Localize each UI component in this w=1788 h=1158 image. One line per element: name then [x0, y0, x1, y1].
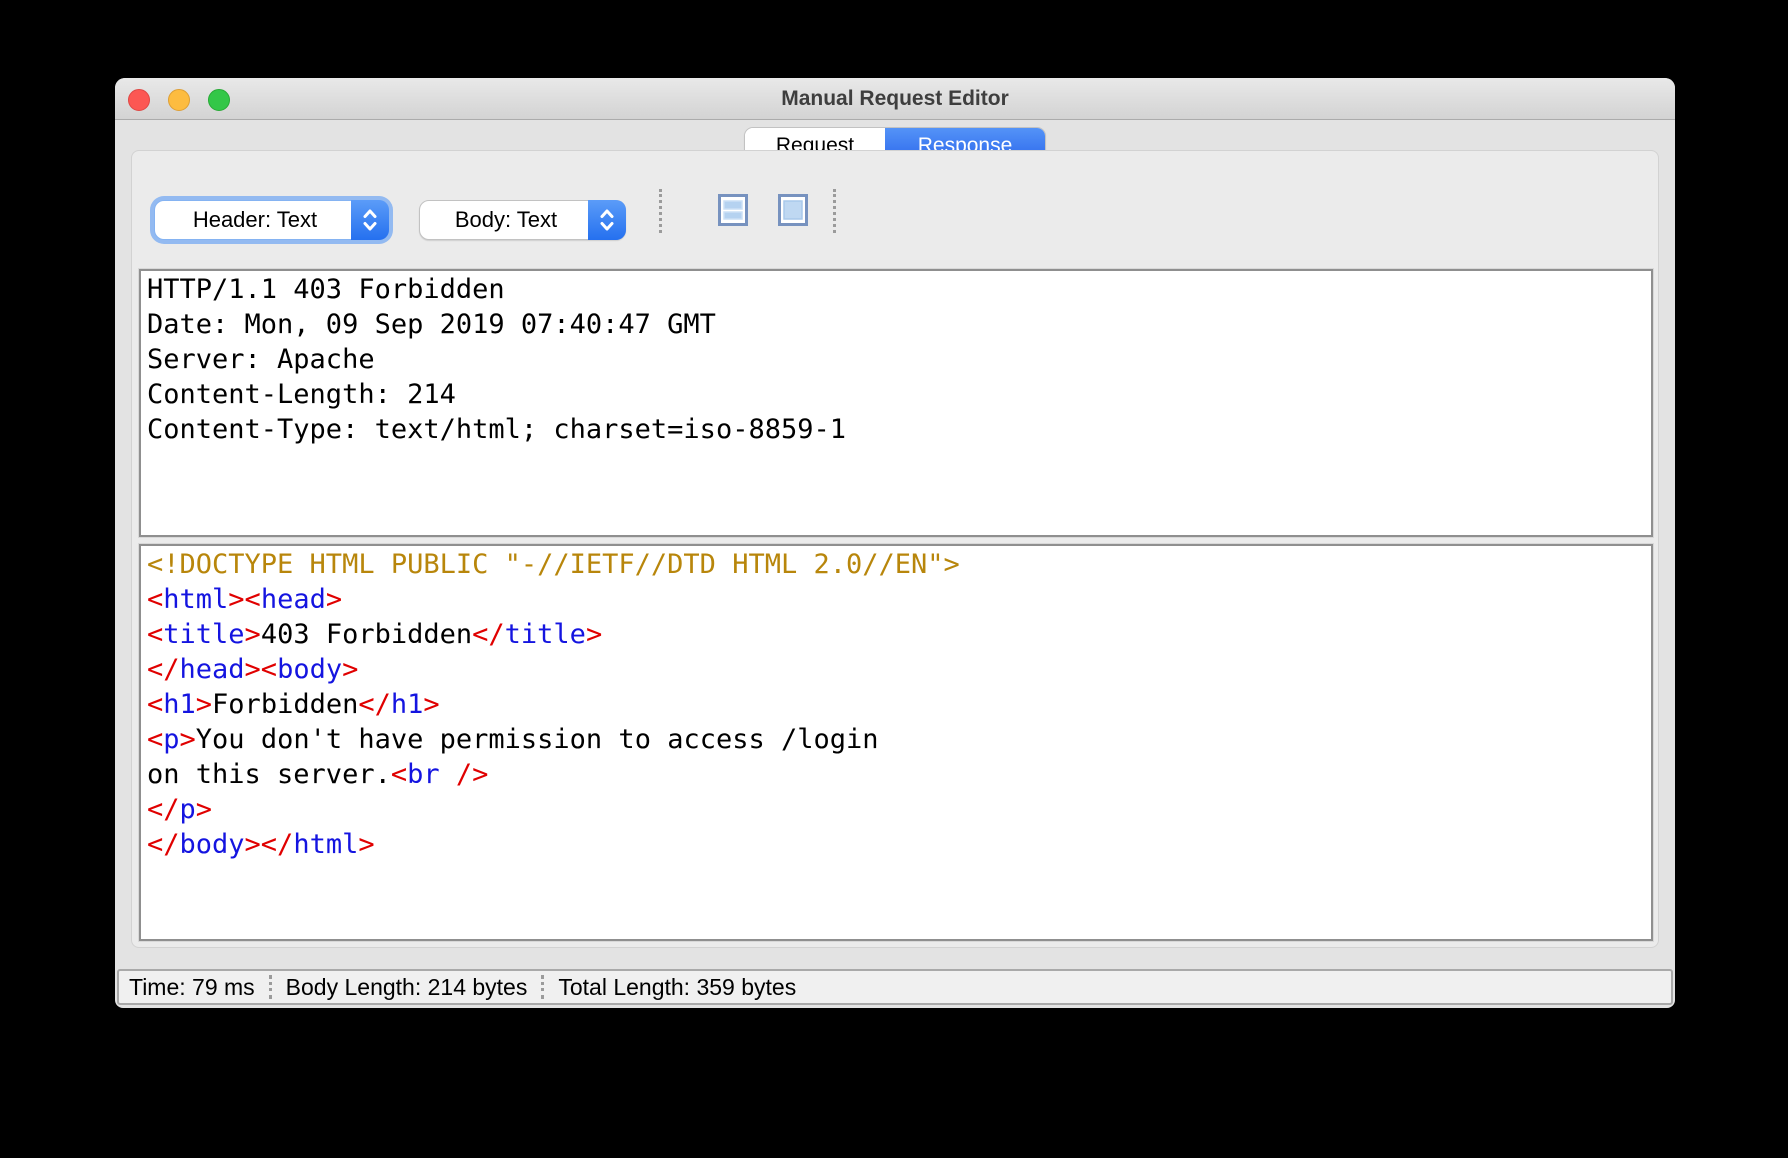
status-bar: Time: 79 ms Body Length: 214 bytes Total L… [117, 969, 1673, 1005]
response-header-line: Content-Length: 214 [147, 377, 1645, 412]
response-body-line: on this server.<br /> [147, 757, 1645, 792]
title-bar[interactable]: Manual Request Editor [115, 78, 1675, 120]
response-body-line: </p> [147, 792, 1645, 827]
response-body-line: <html><head> [147, 582, 1645, 617]
response-body-line: </head><body> [147, 652, 1645, 687]
response-body-line: <p>You don't have permission to access /… [147, 722, 1645, 757]
status-segment: Total Length: 359 bytes [558, 974, 796, 1001]
response-body-line: </body></html> [147, 827, 1645, 862]
response-header-line: Content-Type: text/html; charset=iso-885… [147, 412, 1645, 447]
response-body-line: <title>403 Forbidden</title> [147, 617, 1645, 652]
window-title: Manual Request Editor [115, 78, 1675, 120]
response-header-line: Date: Mon, 09 Sep 2019 07:40:47 GMT [147, 307, 1645, 342]
stepper-chevrons-icon [588, 200, 626, 240]
screen-background: Manual Request Editor Request Response H… [0, 0, 1788, 1158]
stepper-chevrons-icon [351, 200, 389, 240]
response-body-textarea[interactable]: <!DOCTYPE HTML PUBLIC "-//IETF//DTD HTML… [139, 544, 1653, 941]
toolbar-separator [833, 189, 836, 233]
split-panes-icon[interactable] [718, 194, 748, 226]
response-header-textarea[interactable]: HTTP/1.1 403 ForbiddenDate: Mon, 09 Sep … [139, 269, 1653, 537]
response-body-line: <!DOCTYPE HTML PUBLIC "-//IETF//DTD HTML… [147, 547, 1645, 582]
toolbar-separator [659, 189, 662, 233]
status-segment: Body Length: 214 bytes [286, 974, 528, 1001]
manual-request-editor-window: Manual Request Editor Request Response H… [115, 78, 1675, 1008]
response-panel: Header: Text Body: Text [131, 150, 1659, 948]
body-format-select[interactable]: Body: Text [419, 200, 626, 240]
status-separator [541, 975, 544, 999]
body-format-value: Body: Text [420, 207, 588, 233]
status-separator [269, 975, 272, 999]
header-format-select[interactable]: Header: Text [154, 200, 389, 240]
single-pane-icon[interactable] [778, 194, 808, 226]
response-header-line: HTTP/1.1 403 Forbidden [147, 272, 1645, 307]
response-header-line: Server: Apache [147, 342, 1645, 377]
status-segment: Time: 79 ms [129, 974, 255, 1001]
header-format-value: Header: Text [155, 207, 351, 233]
response-body-line: <h1>Forbidden</h1> [147, 687, 1645, 722]
